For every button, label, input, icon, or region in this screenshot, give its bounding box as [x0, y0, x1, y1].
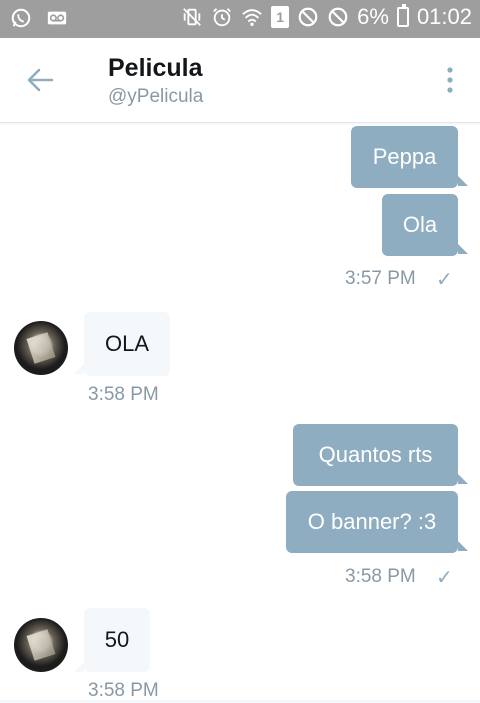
message-timestamp: 3:58 PM	[345, 566, 416, 587]
vibrate-mute-icon	[183, 8, 202, 26]
conversation-title[interactable]: Pelicula	[108, 54, 203, 83]
bubble-tail	[458, 176, 468, 186]
battery-icon	[396, 4, 409, 27]
alarm-icon	[213, 8, 232, 27]
voicemail-icon	[47, 11, 67, 25]
bubble-tail	[74, 662, 84, 672]
read-check-icon: ✓	[436, 269, 453, 291]
outgoing-message[interactable]: Quantos rts	[293, 424, 458, 486]
outgoing-message[interactable]: Ola	[382, 194, 458, 256]
message-text: OLA	[104, 331, 150, 356]
more-vertical-icon[interactable]	[442, 64, 458, 96]
bubble-tail	[458, 474, 468, 484]
battery-percent: 6%	[357, 4, 389, 29]
avatar[interactable]	[14, 321, 68, 375]
wifi-icon	[242, 9, 262, 26]
conversation-header: Pelicula @yPelicula	[0, 38, 480, 123]
message-text: Ola	[402, 212, 438, 237]
whatsapp-icon	[11, 8, 31, 28]
message-timestamp: 3:58 PM	[88, 384, 159, 405]
back-arrow-icon[interactable]	[24, 64, 56, 96]
sim-icon: 1	[271, 6, 290, 28]
message-text: O banner? :3	[307, 509, 437, 534]
message-text: 50	[104, 627, 130, 652]
incoming-message[interactable]: OLA	[84, 312, 170, 376]
status-bar: 1 6% 01:02	[0, 0, 480, 38]
message-text: Peppa	[372, 144, 437, 169]
outgoing-message[interactable]: Peppa	[351, 126, 458, 188]
conversation-handle[interactable]: @yPelicula	[108, 86, 203, 108]
message-timestamp: 3:57 PM	[345, 268, 416, 289]
avatar[interactable]	[14, 618, 68, 672]
incoming-message[interactable]: 50	[84, 608, 150, 672]
read-check-icon: ✓	[436, 567, 453, 589]
message-timestamp: 3:58 PM	[88, 680, 159, 701]
clock: 01:02	[416, 4, 472, 29]
bubble-tail	[458, 541, 468, 551]
outgoing-message[interactable]: O banner? :3	[286, 491, 458, 553]
block-icon	[328, 7, 348, 27]
block-icon	[298, 7, 318, 27]
bubble-tail	[74, 364, 84, 374]
message-text: Quantos rts	[318, 442, 433, 467]
bubble-tail	[458, 244, 468, 254]
